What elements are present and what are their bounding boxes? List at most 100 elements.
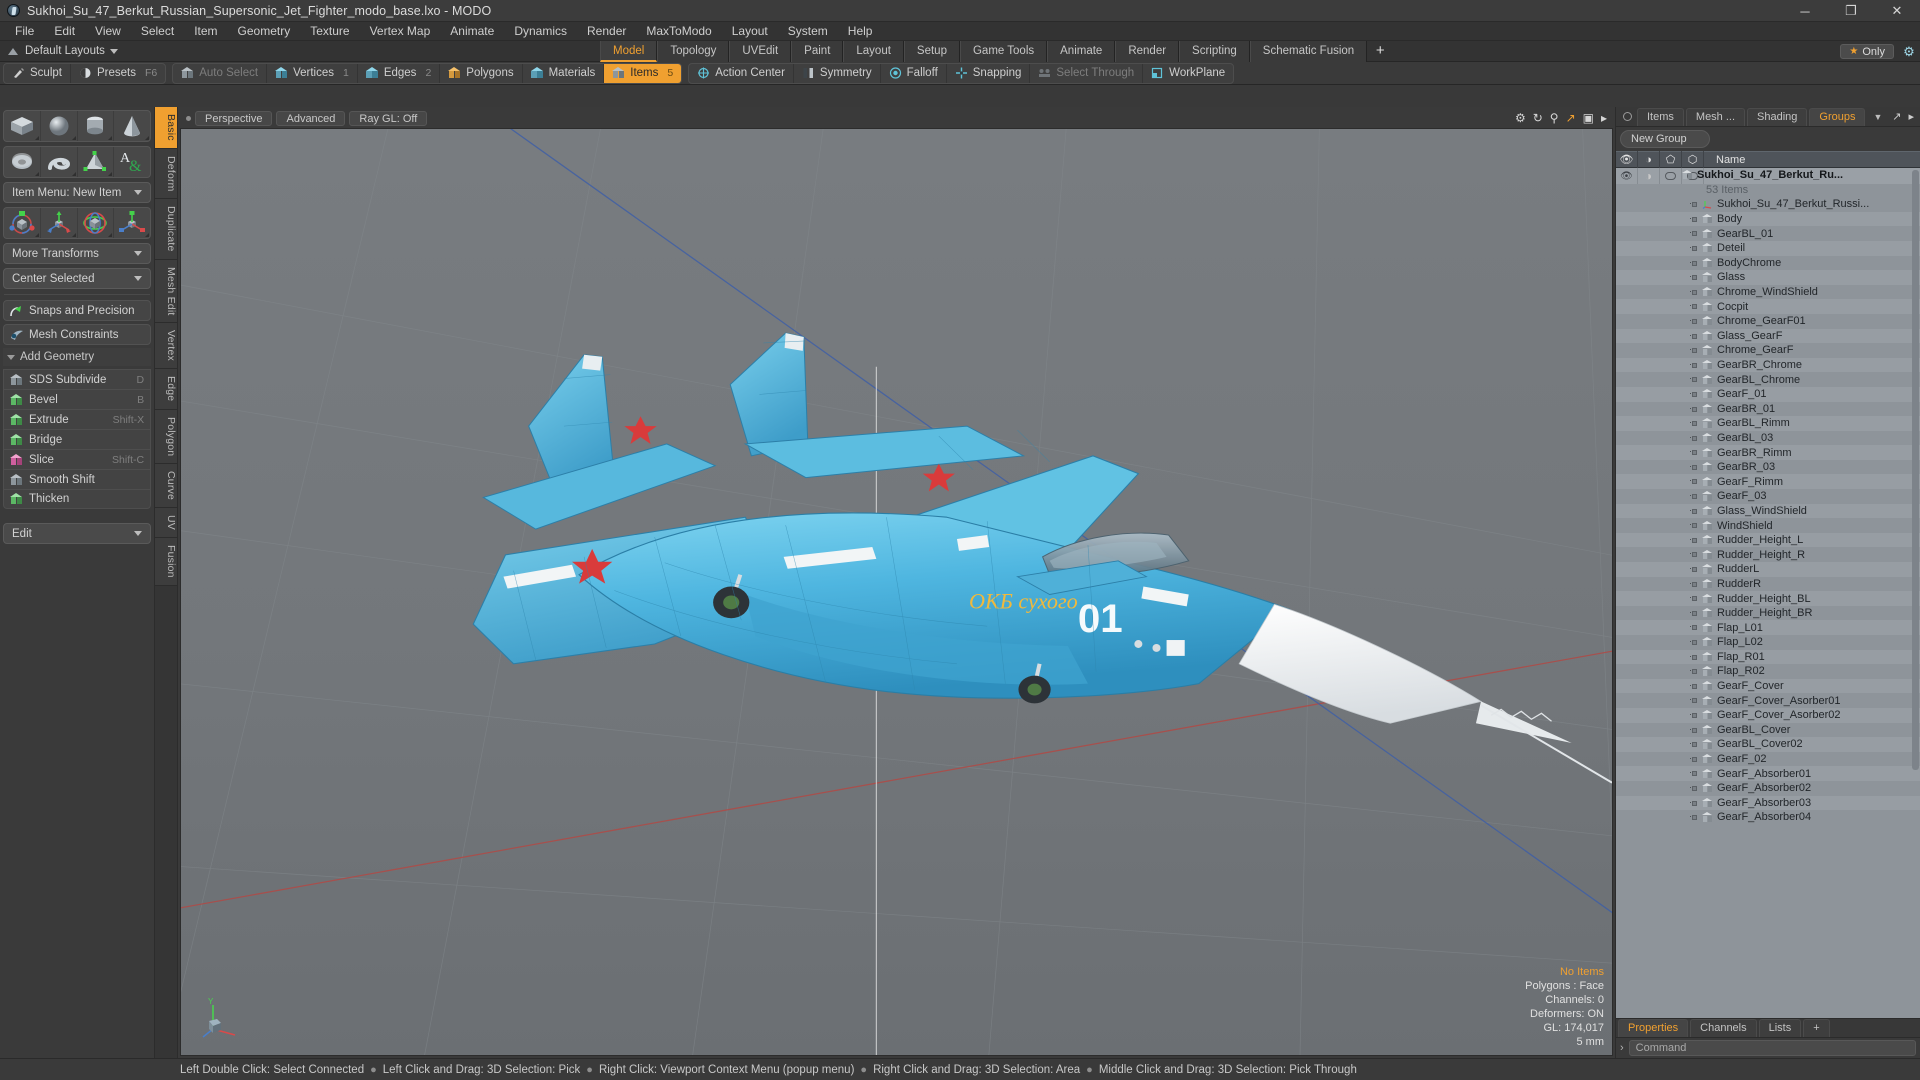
list-item[interactable]: GearBL_Cover — [1616, 723, 1920, 738]
vtab-vertex[interactable]: Vertex — [155, 323, 177, 370]
cylinder-primitive-icon[interactable] — [78, 111, 115, 141]
select-through-button[interactable]: Select Through — [1030, 63, 1144, 83]
viewport-shading-dropdown[interactable]: Advanced — [276, 111, 346, 126]
search-icon[interactable]: ⚲ — [1550, 111, 1559, 125]
list-item[interactable]: GearF_01 — [1616, 386, 1920, 402]
gear-icon[interactable]: ⚙ — [1902, 45, 1916, 59]
select-icon[interactable]: ⬡ — [1682, 151, 1704, 168]
chevron-right-icon[interactable]: › — [1620, 1042, 1624, 1054]
viewport-perspective-dropdown[interactable]: Perspective — [195, 111, 273, 126]
group-item-list[interactable]: 👁 ◑ Sukhoi_Su_47_Berkut_Ru... 53 Items S… — [1616, 168, 1920, 1018]
menu-dynamics[interactable]: Dynamics — [504, 22, 577, 41]
bridge-button[interactable]: Bridge — [3, 429, 152, 449]
list-item[interactable]: Sukhoi_Su_47_Berkut_Russi... — [1616, 197, 1920, 212]
more-transforms-dropdown[interactable]: More Transforms — [3, 243, 152, 264]
list-item[interactable]: Cocpit — [1616, 299, 1920, 314]
tab-game-tools[interactable]: Game Tools — [959, 41, 1048, 62]
torus-primitive-icon[interactable] — [4, 147, 41, 177]
sphere-primitive-icon[interactable] — [41, 111, 78, 141]
list-item[interactable]: GearBL_Chrome — [1616, 372, 1920, 387]
tab-channels[interactable]: Channels — [1690, 1019, 1757, 1037]
list-item[interactable]: Deteil — [1616, 240, 1920, 256]
list-item[interactable]: Chrome_GearF01 — [1616, 314, 1920, 329]
list-item[interactable]: RudderR — [1616, 577, 1920, 592]
tab-schematic-fusion[interactable]: Schematic Fusion — [1249, 41, 1368, 62]
list-item[interactable]: Rudder_Height_L — [1616, 532, 1920, 548]
list-item[interactable]: Rudder_Height_R — [1616, 547, 1920, 562]
minimize-button[interactable]: ─ — [1782, 0, 1828, 22]
items-button[interactable]: Items 5 — [604, 63, 682, 83]
thicken-button[interactable]: Thicken — [3, 489, 152, 509]
presets-button[interactable]: Presets F6 — [71, 64, 165, 83]
camera-icon[interactable]: ▣ — [1583, 111, 1594, 125]
list-item[interactable]: Glass_GearF — [1616, 328, 1920, 344]
edges-button[interactable]: Edges 2 — [358, 63, 441, 83]
chevron-right-icon[interactable]: ▸ — [1601, 111, 1607, 125]
lock-icon[interactable]: ⬠ — [1660, 151, 1682, 168]
menu-vertex-map[interactable]: Vertex Map — [360, 22, 441, 41]
cone-primitive-icon[interactable] — [114, 111, 150, 141]
new-group-button[interactable]: New Group — [1620, 130, 1710, 148]
menu-edit[interactable]: Edit — [44, 22, 85, 41]
vtab-uv[interactable]: UV — [155, 508, 177, 539]
eye-icon[interactable]: 👁 — [1616, 151, 1638, 168]
menu-geometry[interactable]: Geometry — [228, 22, 301, 41]
list-item[interactable]: Flap_L02 — [1616, 635, 1920, 650]
tab-topology[interactable]: Topology — [657, 41, 730, 62]
tab-render[interactable]: Render — [1115, 41, 1180, 62]
list-item[interactable]: GearBR_Chrome — [1616, 357, 1920, 373]
extrude-button[interactable]: Extrude Shift-X — [3, 409, 152, 429]
add-tab-button[interactable]: + — [1367, 41, 1393, 62]
viewport-menu-dot[interactable] — [186, 116, 191, 121]
tab-scripting[interactable]: Scripting — [1179, 41, 1250, 62]
list-item[interactable]: Chrome_WindShield — [1616, 285, 1920, 300]
list-item[interactable]: GearF_Absorber04 — [1616, 810, 1920, 825]
auto-select-button[interactable]: Auto Select — [173, 63, 268, 83]
falloff-button[interactable]: Falloff — [881, 63, 947, 83]
tab-layout[interactable]: Layout — [843, 41, 904, 62]
menu-view[interactable]: View — [85, 22, 131, 41]
snapping-button[interactable]: Snapping — [947, 63, 1031, 83]
cube-primitive-icon[interactable] — [4, 111, 41, 141]
vertices-button[interactable]: Vertices 1 — [267, 63, 358, 83]
3d-viewport[interactable]: ОКБ сухого 01 No Items Polygons: Face C… — [180, 128, 1613, 1056]
close-button[interactable]: ✕ — [1874, 0, 1920, 22]
chevron-down-icon[interactable]: ▼ — [1873, 112, 1882, 122]
tab-add-panel[interactable]: + — [1803, 1019, 1830, 1037]
list-item[interactable]: Glass — [1616, 270, 1920, 285]
list-item[interactable]: Chrome_GearF — [1616, 343, 1920, 358]
workplane-button[interactable]: WorkPlane — [1143, 64, 1233, 83]
rotate-icon[interactable] — [78, 208, 115, 238]
list-item[interactable]: GearF_Cover — [1616, 678, 1920, 694]
panel-menu-icon[interactable] — [1623, 112, 1632, 121]
text-primitive-icon[interactable]: A & — [114, 147, 150, 177]
tab-lists[interactable]: Lists — [1758, 1019, 1802, 1037]
expand-panel-icon[interactable]: ↗ — [1892, 110, 1901, 123]
vtab-mesh-edit[interactable]: Mesh Edit — [155, 259, 177, 324]
menu-system[interactable]: System — [778, 22, 838, 41]
item-list-scrollbar[interactable] — [1912, 170, 1919, 770]
expand-up-icon[interactable] — [8, 47, 18, 55]
tab-shading[interactable]: Shading — [1747, 107, 1808, 126]
default-layouts-dropdown[interactable]: Default Layouts — [25, 45, 118, 57]
sculpt-button[interactable]: Sculpt — [4, 63, 71, 83]
transform-all-icon[interactable] — [4, 208, 41, 238]
polygons-button[interactable]: Polygons — [440, 63, 523, 83]
list-item[interactable]: GearBL_Rimm — [1616, 416, 1920, 431]
render-icon[interactable]: ◑ — [1638, 151, 1660, 168]
chevron-right-icon[interactable]: ▸ — [1908, 110, 1914, 123]
list-item[interactable]: Flap_R02 — [1616, 664, 1920, 679]
list-item[interactable]: GearF_Absorber03 — [1616, 795, 1920, 811]
group-root-item[interactable]: Sukhoi_Su_47_Berkut_Ru... — [1616, 168, 1920, 183]
command-input[interactable]: Command — [1628, 1040, 1916, 1056]
edit-dropdown[interactable]: Edit — [3, 523, 152, 544]
center-selected-dropdown[interactable]: Center Selected — [3, 268, 152, 289]
menu-render[interactable]: Render — [577, 22, 636, 41]
only-toggle[interactable]: ★ Only — [1840, 44, 1894, 59]
bevel-button[interactable]: Bevel B — [3, 389, 152, 409]
maximize-button[interactable]: ❐ — [1828, 0, 1874, 22]
list-item[interactable]: GearF_Rimm — [1616, 474, 1920, 490]
tab-model[interactable]: Model — [600, 41, 658, 62]
materials-button[interactable]: Materials — [523, 63, 605, 83]
vtab-curve[interactable]: Curve — [155, 464, 177, 509]
